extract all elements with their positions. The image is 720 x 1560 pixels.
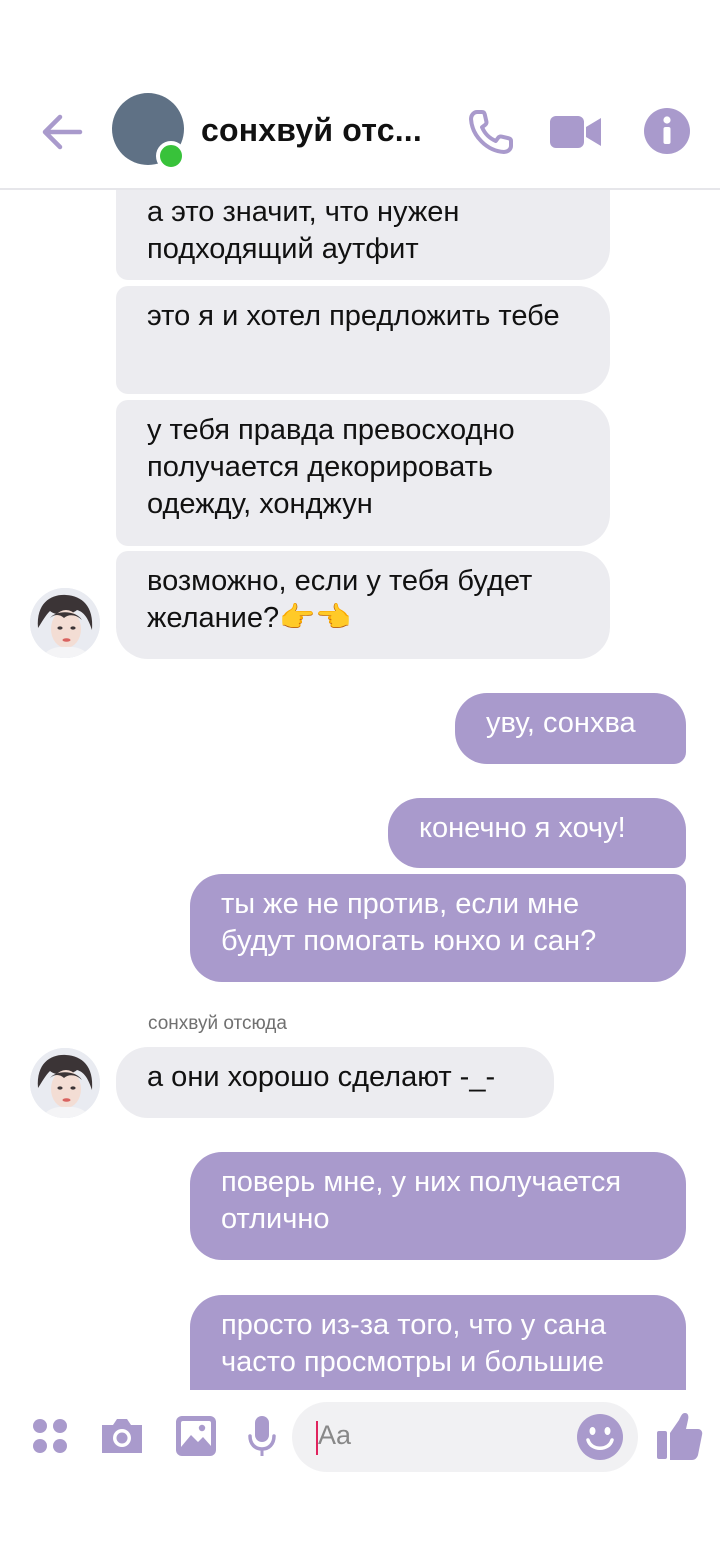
sender-name: сонхвуй отсюда [148,1013,287,1034]
message-bubble[interactable]: это я и хотел предложить тебе [116,286,610,394]
message-list[interactable]: а это значит, что нужен подходящий аутфи… [0,190,720,1390]
microphone-icon[interactable] [246,1415,278,1459]
contact-name[interactable]: сонхвуй отс... [201,112,422,149]
four-dots-icon[interactable] [31,1417,69,1455]
arrow-left-icon[interactable] [38,108,86,156]
message-bubble[interactable]: ты же не против, если мне будут помогать… [190,874,686,982]
message-bubble[interactable]: а они хорошо сделают -_- [116,1047,554,1118]
message-composer: Aa [0,1390,720,1560]
message-bubble[interactable]: поверь мне, у них получается отлично [190,1152,686,1260]
phone-icon[interactable] [465,106,517,158]
image-icon[interactable] [175,1415,217,1457]
info-icon[interactable] [643,107,691,155]
message-bubble[interactable]: уву, сонхва [455,693,686,764]
message-bubble[interactable]: возможно, если у тебя будет желание?👉👈 [116,551,610,659]
contact-avatar-small[interactable] [30,588,100,658]
chat-header: сонхвуй отс... [0,90,720,190]
message-input-placeholder: Aa [318,1420,352,1450]
smiley-icon[interactable] [576,1413,624,1461]
message-bubble[interactable]: у тебя правда превосходно получается дек… [116,400,610,546]
message-bubble[interactable]: а это значит, что нужен подходящий аутфи… [116,190,610,280]
camera-icon[interactable] [99,1416,145,1456]
message-input[interactable]: Aa [292,1402,638,1472]
message-bubble[interactable]: конечно я хочу! [388,798,686,868]
status-bar-area [0,0,720,90]
contact-avatar-small[interactable] [30,1048,100,1118]
thumbs-up-icon[interactable] [656,1410,704,1462]
online-status-dot [156,141,186,171]
message-bubble[interactable]: просто из-за того, что у сана часто прос… [190,1295,686,1390]
video-camera-icon[interactable] [549,106,603,158]
